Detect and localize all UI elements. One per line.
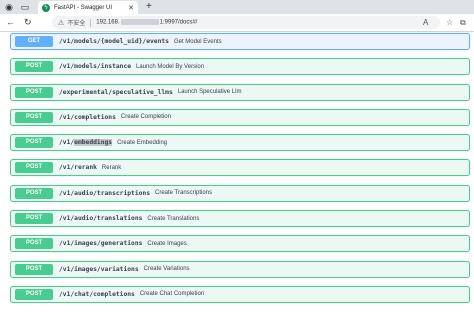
method-badge: POST [15,213,53,225]
operation-row[interactable]: POST /v1/audio/transcriptions Create Tra… [10,184,470,202]
operation-summary: Create Images [147,240,187,247]
operation-summary: Rerank [101,164,122,171]
back-icon[interactable]: ← [6,16,15,29]
address-divider [90,18,92,27]
fastapi-favicon-icon: ϟ [42,3,50,12]
operation-path: /v1/rerank [59,164,97,172]
operation-row[interactable]: POST /v1/images/variations Create Variat… [10,260,470,278]
operation-summary: Launch Speculative Llm [177,89,242,96]
method-badge: POST [15,187,53,199]
operation-row[interactable]: POST /experimental/speculative_llms Laun… [10,83,470,101]
operation-summary: Create Completion [120,114,171,121]
operation-row[interactable]: POST /v1/audio/translations Create Trans… [10,210,470,228]
operation-summary: Create Variations [143,266,190,273]
operation-row[interactable]: POST /v1/embeddings Create Embedding [10,134,470,152]
operation-path: /v1/images/generations [59,240,143,248]
security-label: 不安全 [67,21,86,27]
read-aloud-icon[interactable]: A [423,16,428,29]
operation-path: /experimental/speculative_llms [59,88,173,96]
operation-summary: Create Chat Completion [139,291,205,298]
tab-title: FastAPI - Swagger UI [54,4,113,11]
tab-strip: ◉ ▭ ϟ FastAPI - Swagger UI ✕ + [0,0,474,14]
operation-path: /v1/completions [59,113,116,121]
operation-row[interactable]: POST /v1/models/instance Launch Model By… [10,58,470,76]
tab-actions-icon[interactable]: ▭ [19,1,31,13]
tab-swagger[interactable]: ϟ FastAPI - Swagger UI ✕ [38,1,138,14]
operation-path: /v1/audio/translations [59,215,143,223]
operation-path: /v1/audio/transcriptions [59,189,150,197]
address-bar[interactable]: ⚠ 不安全 192.168. 1:9997/docs#/ [52,16,440,29]
redacted-url-segment [120,19,159,26]
operation-path: /v1/images/variations [59,265,139,273]
browser-toolbar: ← ↻ ⚠ 不安全 192.168. 1:9997/docs#/ A ☆ ⧉ [0,14,474,32]
operations-list: GET /v1/models/{model_uid}/events Get Mo… [10,33,470,311]
operation-summary: Launch Model By Version [136,63,205,70]
method-badge: POST [15,162,53,174]
url-text: 192.168. 1:9997/docs#/ [96,19,198,26]
method-badge: POST [15,86,53,98]
method-badge: POST [15,61,53,73]
reload-icon[interactable]: ↻ [24,16,32,29]
favorite-star-icon[interactable]: ☆ [446,16,453,29]
operation-summary: Get Model Events [173,38,222,45]
operation-path: /v1/models/instance [59,63,132,71]
close-tab-icon[interactable]: ✕ [128,4,134,12]
collections-icon[interactable]: ⧉ [460,16,466,29]
operation-row[interactable]: POST /v1/chat/completions Create Chat Co… [10,285,470,303]
operation-summary: Create Transcriptions [155,190,213,197]
method-badge: POST [15,238,53,250]
operation-summary: Create Translations [147,215,200,222]
profile-icon[interactable]: ◉ [3,1,15,13]
method-badge: POST [15,111,53,123]
operation-row[interactable]: POST /v1/completions Create Completion [10,108,470,126]
operation-summary: Create Embedding [117,139,168,146]
method-badge: POST [15,263,53,275]
operation-row[interactable]: POST /v1/images/generations Create Image… [10,235,470,253]
operation-path: /v1/models/{model_uid}/events [59,38,169,45]
method-badge: GET [15,36,53,47]
new-tab-icon[interactable]: + [146,1,152,13]
operation-path: /v1/chat/completions [59,290,135,298]
warning-icon: ⚠ [58,19,65,27]
operation-row[interactable]: POST /v1/rerank Rerank [10,159,470,177]
operation-path: /v1/embeddings [59,139,113,147]
method-badge: POST [15,137,53,149]
operation-row[interactable]: GET /v1/models/{model_uid}/events Get Mo… [10,33,470,50]
method-badge: POST [15,288,53,300]
